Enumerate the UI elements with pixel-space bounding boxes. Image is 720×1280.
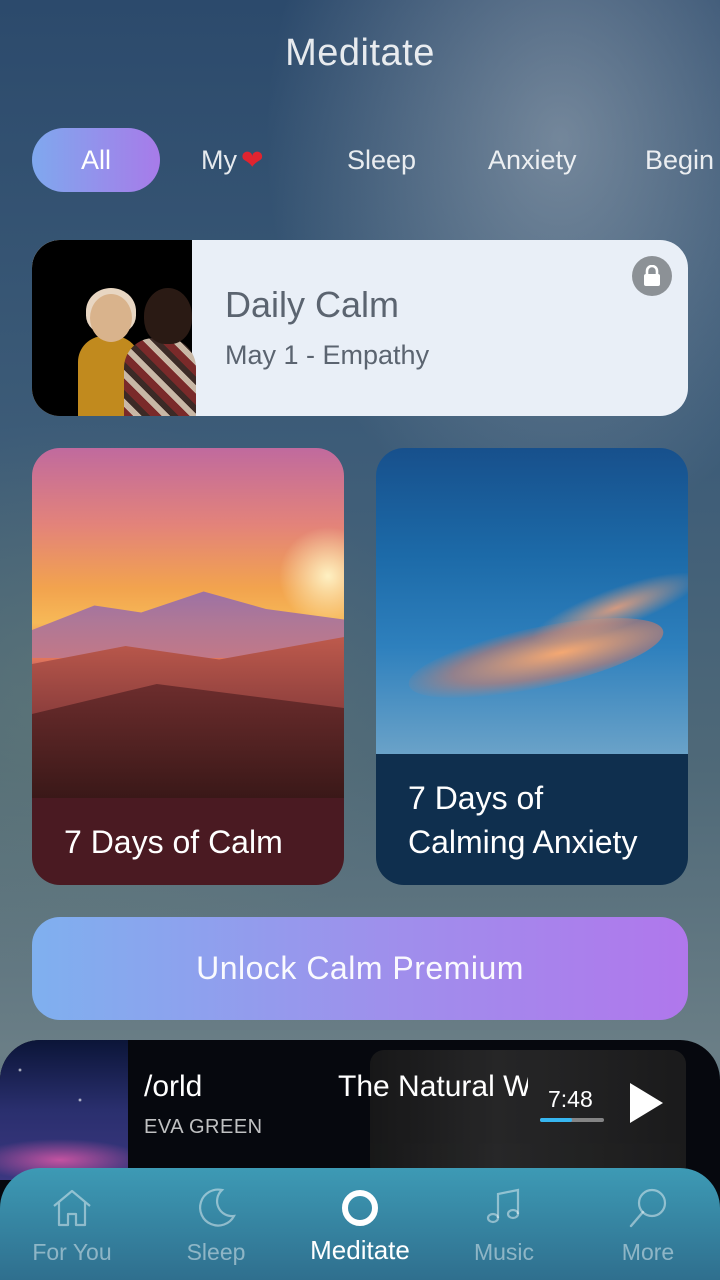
music-note-icon (486, 1188, 520, 1224)
program-title-line1: 7 Days of (408, 780, 544, 816)
category-chips: All My ❤ Sleep Anxiety Begin (0, 128, 720, 192)
daily-calm-card[interactable]: Daily Calm May 1 - Empathy (32, 240, 688, 416)
play-icon[interactable] (626, 1080, 666, 1126)
daily-calm-subtitle: May 1 - Empathy (225, 340, 430, 370)
chip-label: Sleep (347, 145, 417, 175)
tab-label: Meditate (310, 1235, 410, 1265)
heart-icon: ❤ (241, 145, 264, 175)
daily-calm-thumbnail (32, 240, 196, 416)
track-progress-bar[interactable] (540, 1118, 604, 1122)
chip-beginners[interactable]: Begin (645, 128, 714, 192)
next-track-title: The Natural W (338, 1070, 528, 1103)
search-icon (629, 1188, 667, 1228)
tab-label: For You (32, 1239, 112, 1265)
circle-icon (342, 1190, 378, 1226)
tab-music[interactable]: Music (432, 1168, 576, 1280)
chip-my-favorites[interactable]: My ❤ (201, 128, 264, 192)
chip-label: Begin (645, 145, 715, 175)
track-artist: EVA GREEN (144, 1116, 263, 1138)
lock-icon (632, 256, 672, 296)
tab-more[interactable]: More (576, 1168, 720, 1280)
program-title: 7 Days of Calm (64, 824, 283, 860)
track-progress-fill (540, 1118, 572, 1122)
chip-all[interactable]: All (32, 128, 160, 192)
tab-label: Music (473, 1239, 535, 1265)
track-time: 7:48 (548, 1086, 593, 1112)
chip-label: All (80, 145, 111, 175)
chip-anxiety[interactable]: Anxiety (488, 128, 577, 192)
tab-sleep[interactable]: Sleep (144, 1168, 288, 1280)
home-icon (53, 1189, 91, 1227)
program-title-line2: Calming Anxiety (408, 824, 638, 860)
program-title: 7 Days of Calming Anxiety (408, 776, 637, 864)
bottom-tab-bar: For You Sleep Meditate Music More (0, 1168, 720, 1280)
moon-icon (199, 1188, 236, 1227)
tab-label: Sleep (186, 1239, 246, 1265)
program-card-calming-anxiety[interactable]: 7 Days of Calming Anxiety (376, 448, 688, 885)
unlock-premium-button[interactable]: Unlock Calm Premium (32, 917, 688, 1020)
album-art (0, 1040, 128, 1180)
chip-label: Anxiety (488, 145, 577, 175)
tab-for-you[interactable]: For You (0, 1168, 144, 1280)
program-card-7-days-of-calm[interactable]: 7 Days of Calm (32, 448, 344, 885)
tab-meditate[interactable]: Meditate (288, 1168, 432, 1280)
chip-sleep[interactable]: Sleep (347, 128, 416, 192)
daily-calm-title: Daily Calm (225, 284, 400, 325)
tab-label: More (621, 1239, 675, 1265)
track-title: /orld (144, 1070, 203, 1103)
chip-label: My (201, 145, 237, 175)
page-title: Meditate (285, 32, 435, 74)
